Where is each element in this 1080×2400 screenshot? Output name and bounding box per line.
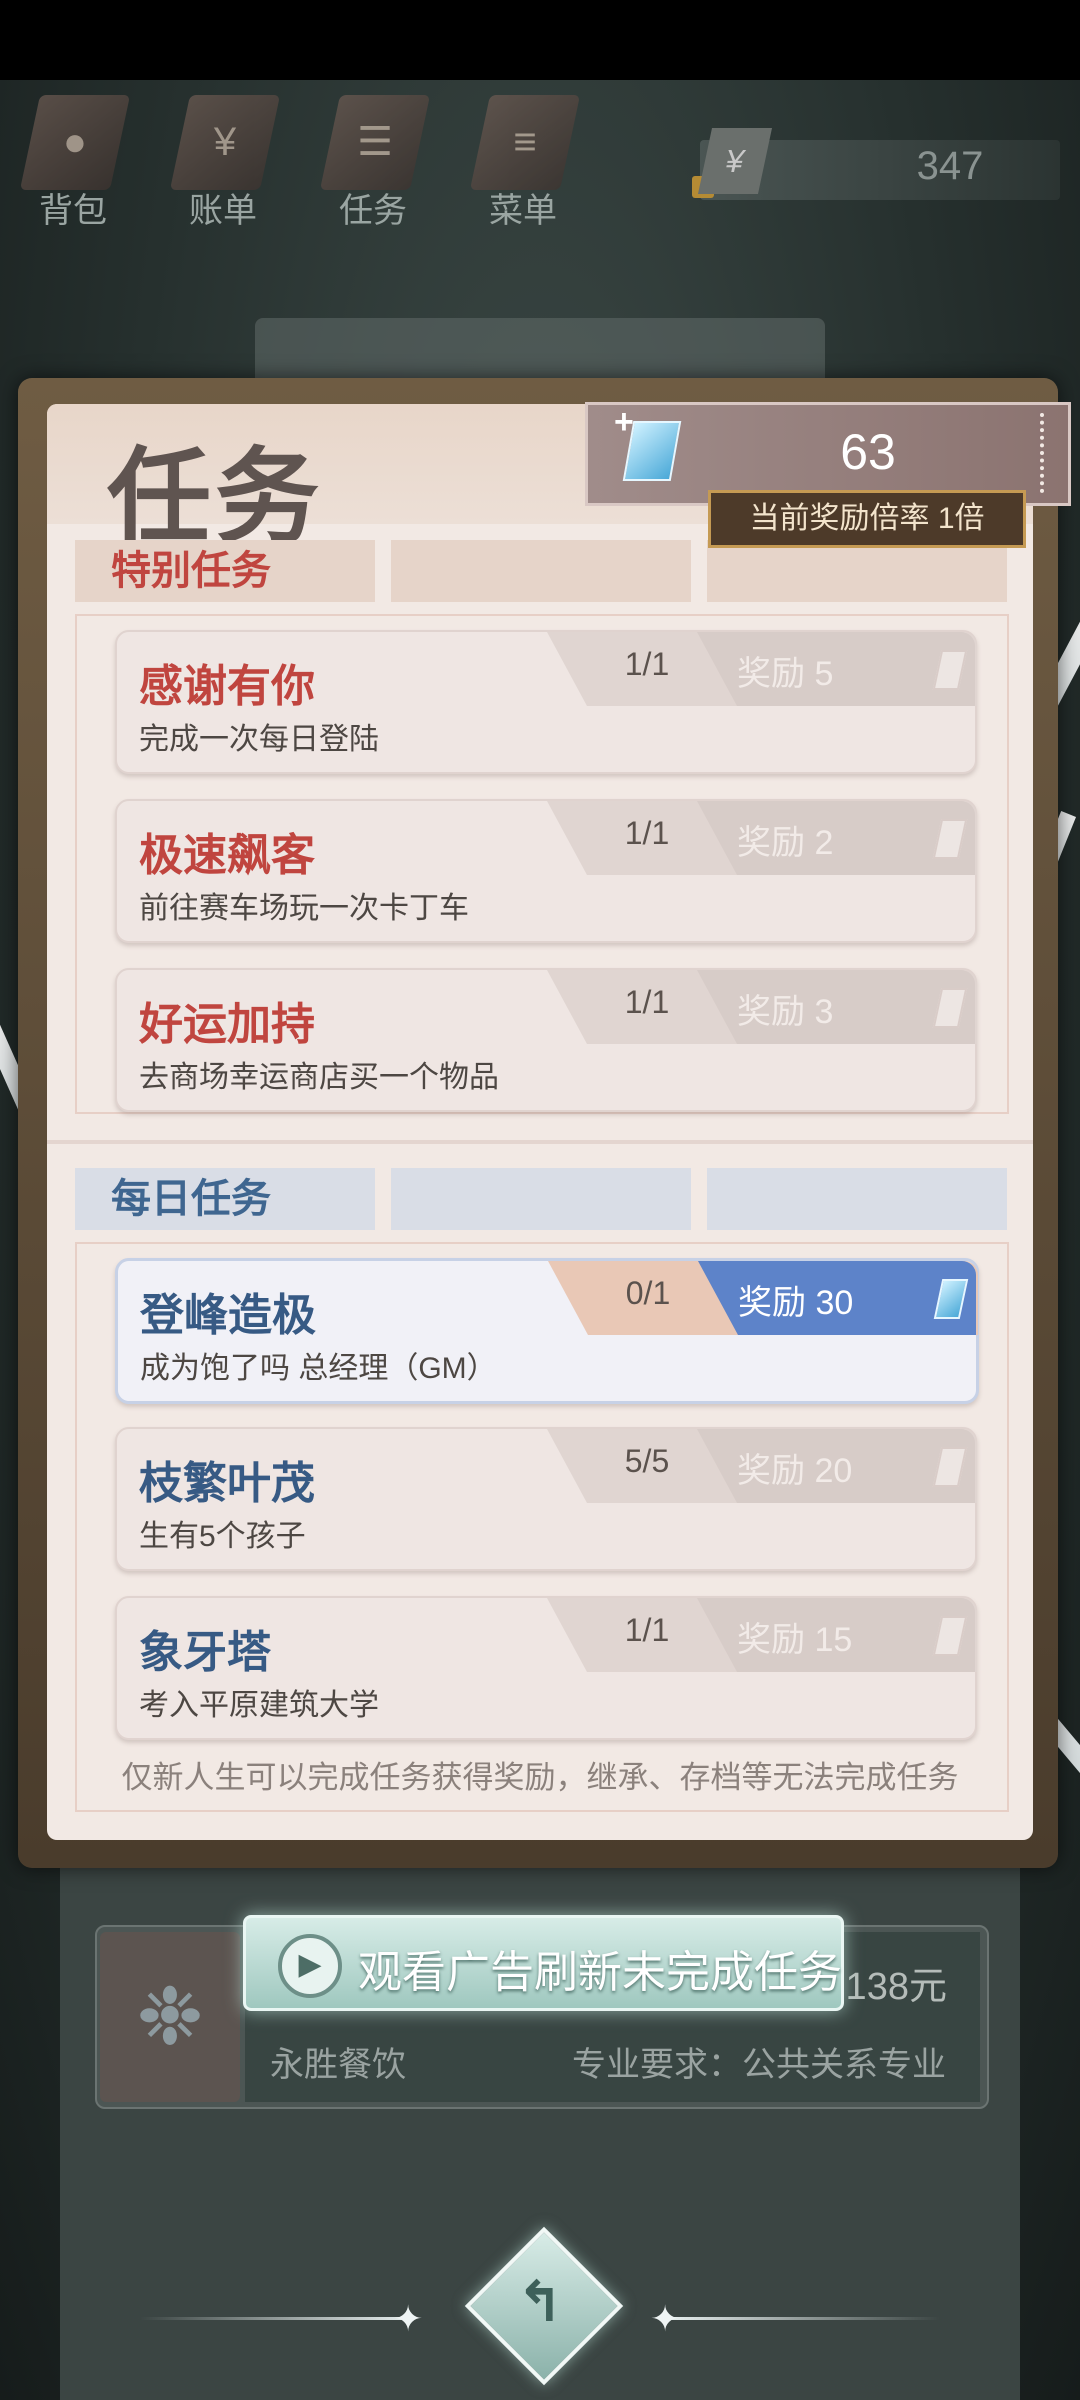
task-reward: 奖励 30 (738, 1284, 854, 1322)
task-description: 去商场幸运商店买一个物品 (139, 1061, 499, 1094)
backpack-icon: ● (19, 95, 131, 190)
nav-label: 账单 (189, 192, 257, 230)
job-salary: ,138元 (835, 1966, 947, 2008)
section-tab-empty (391, 1168, 691, 1230)
task-card[interactable]: 极速飙客 前往赛车场玩一次卡丁车 1/1 奖励 2 (115, 799, 977, 943)
sparkle-icon: ✦ (650, 2298, 681, 2339)
decorative-line (670, 2317, 940, 2320)
task-card[interactable]: 枝繁叶茂 生有5个孩子 5/5 奖励 20 (115, 1427, 977, 1571)
task-progress: 1/1 (624, 984, 670, 1020)
nav-label: 菜单 (489, 192, 557, 230)
job-major: 专业要求：公共关系专业 (572, 2046, 946, 2084)
task-reward: 奖励 15 (737, 1621, 853, 1659)
task-reward: 奖励 20 (737, 1452, 853, 1490)
tasks-icon: ☰ (319, 95, 431, 190)
status-bar (0, 0, 1080, 80)
task-title: 极速飙客 (139, 831, 315, 880)
gem-value: 63 (840, 424, 896, 480)
task-progress: 1/1 (624, 646, 670, 682)
task-title: 好运加持 (139, 1000, 315, 1049)
special-section-label: 特别任务 (75, 540, 375, 602)
task-reward: 奖励 2 (737, 824, 834, 862)
nav-bill[interactable]: ¥ 账单 (158, 95, 288, 235)
task-title: 枝繁叶茂 (139, 1459, 315, 1508)
section-tab-empty (391, 540, 691, 602)
nav-label: 任务 (339, 192, 407, 230)
task-progress: 5/5 (624, 1443, 670, 1479)
task-description: 生有5个孩子 (139, 1520, 306, 1553)
menu-icon: ≡ (469, 95, 581, 190)
task-reward: 奖励 3 (737, 993, 834, 1031)
reward-multiplier-badge: 当前奖励倍率 1倍 (708, 490, 1026, 548)
special-section-tabs: 特别任务 (75, 540, 1007, 602)
task-card-active[interactable]: 登峰造极 成为饱了吗 总经理（GM） 0/1 奖励 30 (115, 1258, 979, 1404)
watch-ad-refresh-button[interactable]: ▶ 观看广告刷新未完成任务 (243, 1915, 844, 2011)
nav-menu[interactable]: ≡ 菜单 (458, 95, 588, 235)
task-title: 登峰造极 (140, 1291, 316, 1340)
money-value: 347 (916, 144, 984, 188)
ad-button-label: 观看广告刷新未完成任务 (358, 1948, 842, 1997)
bill-icon: ¥ (169, 95, 281, 190)
return-arrow-icon: ↰ (516, 2270, 564, 2333)
nav-tasks[interactable]: ☰ 任务 (308, 95, 438, 235)
task-description: 前往赛车场玩一次卡丁车 (139, 892, 469, 925)
daily-section-tabs: 每日任务 (75, 1168, 1007, 1230)
task-card[interactable]: 感谢有你 完成一次每日登陆 1/1 奖励 5 (115, 630, 977, 774)
task-description: 成为饱了吗 总经理（GM） (140, 1352, 497, 1385)
task-description: 考入平原建筑大学 (139, 1689, 379, 1722)
task-progress: 1/1 (624, 1612, 670, 1648)
section-tab-empty (707, 1168, 1007, 1230)
footer-note: 仅新人生可以完成任务获得奖励，继承、存档等无法完成任务 (121, 1760, 959, 1795)
task-progress: 1/1 (624, 815, 670, 851)
nav-label: 背包 (39, 192, 107, 230)
task-title: 象牙塔 (139, 1628, 271, 1677)
task-card[interactable]: 象牙塔 考入平原建筑大学 1/1 奖励 15 (115, 1596, 977, 1740)
task-dialog: 任务 特别任务 感谢有你 完成一次每日登陆 1/1 奖励 5 极速飙客 前往赛车… (47, 404, 1033, 1840)
sparkle-icon: ✦ (393, 2298, 424, 2339)
daily-section-label: 每日任务 (75, 1168, 375, 1230)
dotted-edge (1036, 413, 1044, 493)
replay-icon: ▶ (278, 1934, 342, 1998)
job-icon: ❉ (100, 1932, 240, 2102)
section-tab-empty (707, 540, 1007, 602)
task-title: 感谢有你 (139, 662, 315, 711)
decorative-line (140, 2317, 410, 2320)
task-card[interactable]: 好运加持 去商场幸运商店买一个物品 1/1 奖励 3 (115, 968, 977, 1112)
task-reward: 奖励 5 (737, 655, 834, 693)
nav-backpack[interactable]: ● 背包 (8, 95, 138, 235)
job-company: 永胜餐饮 (270, 2046, 406, 2084)
plus-icon: + (614, 403, 634, 441)
task-description: 完成一次每日登陆 (139, 723, 379, 756)
section-divider (47, 1140, 1033, 1144)
task-progress: 0/1 (625, 1275, 671, 1311)
